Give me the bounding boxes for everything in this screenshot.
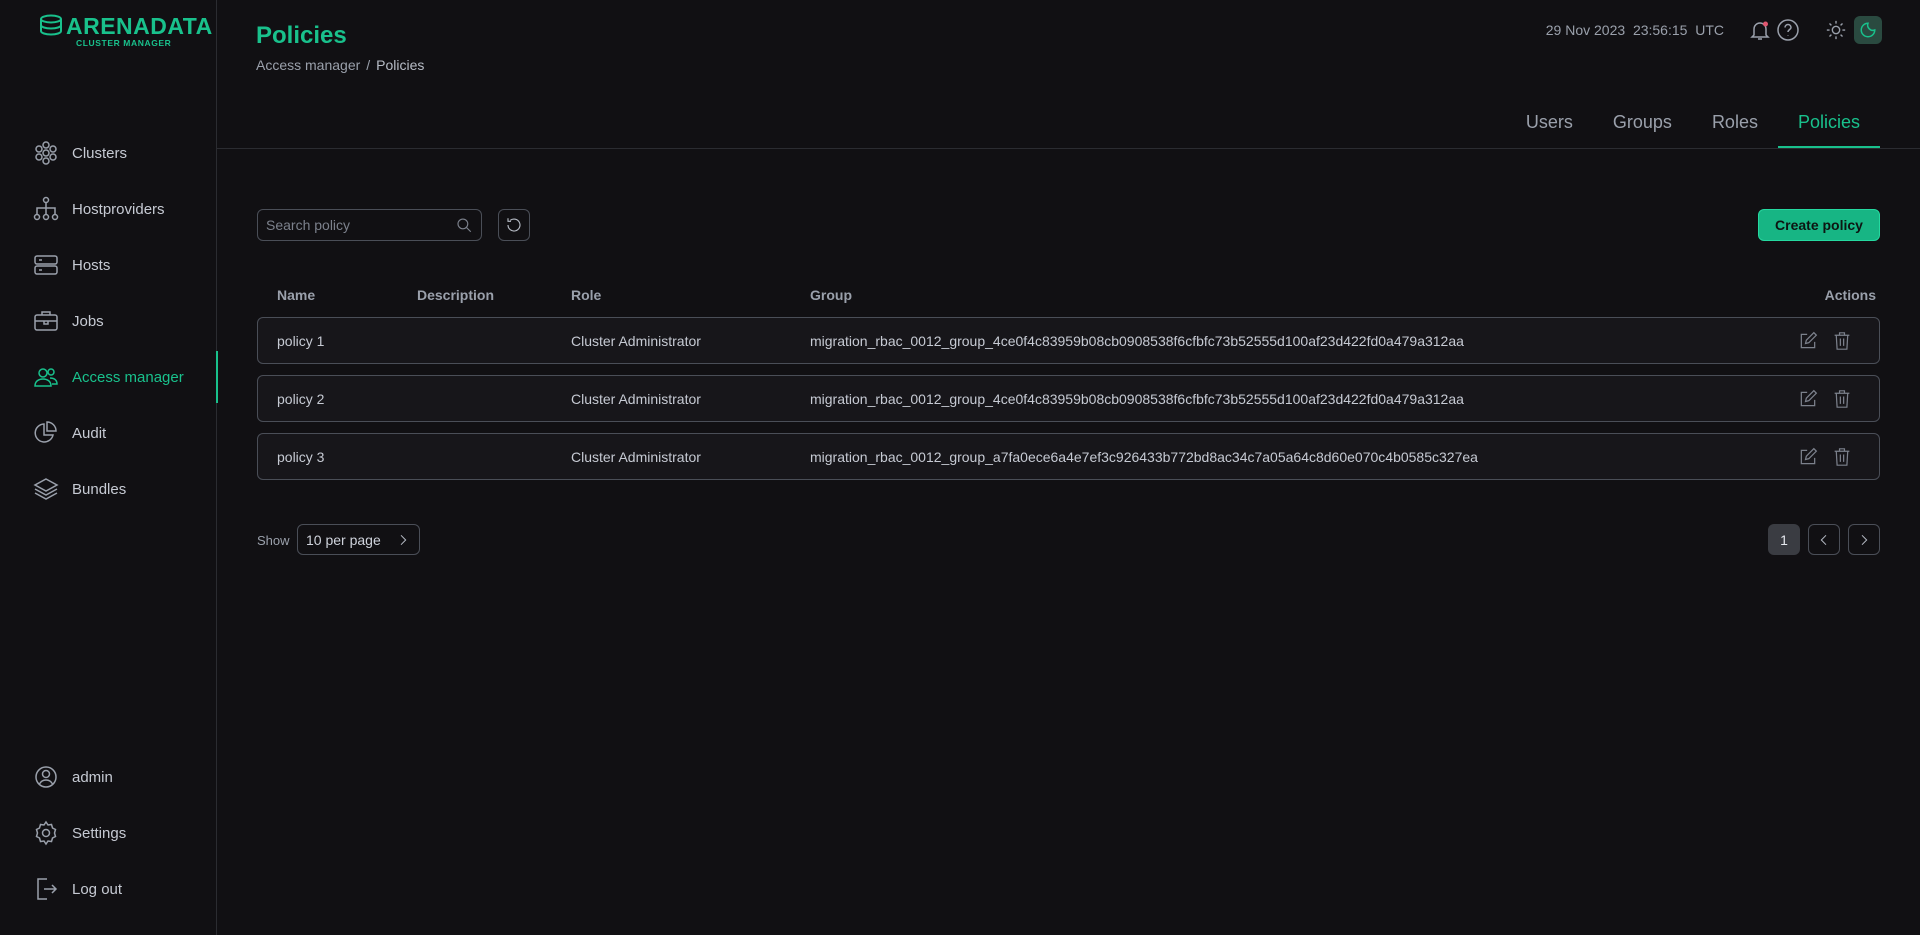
clusters-icon (32, 139, 60, 167)
sidebar-item-label: Jobs (72, 312, 104, 330)
row-actions (1797, 446, 1853, 468)
server-datetime: 29 Nov 2023 23:56:15 UTC (1545, 22, 1724, 38)
breadcrumb-link-access-manager[interactable]: Access manager (256, 57, 360, 73)
chevron-right-icon (1861, 534, 1868, 545)
sidebar-item-label: Hosts (72, 256, 111, 274)
sidebar-item-label: Audit (72, 424, 107, 442)
prev-page-button[interactable] (1808, 524, 1840, 555)
theme-toggle (1822, 16, 1882, 44)
user-icon (32, 763, 60, 791)
page-title: Policies (256, 22, 347, 49)
refresh-icon (507, 218, 521, 232)
column-header-role: Role (571, 287, 602, 303)
sidebar-item-settings[interactable]: Settings (0, 807, 217, 859)
sun-icon[interactable] (1822, 16, 1850, 44)
chevron-left-icon (1820, 534, 1827, 545)
search-input[interactable] (266, 217, 455, 233)
sidebar-item-label: admin (72, 768, 113, 786)
bundles-icon (32, 475, 60, 503)
trash-icon[interactable] (1831, 446, 1853, 468)
tab-users[interactable]: Users (1506, 100, 1593, 148)
brand-logo[interactable]: ARENADATA CLUSTER MANAGER (38, 14, 213, 48)
edit-icon[interactable] (1797, 330, 1819, 352)
moon-icon[interactable] (1854, 16, 1882, 44)
cell-role: Cluster Administrator (571, 333, 701, 349)
table-row: policy 3 Cluster Administrator migration… (257, 433, 1880, 480)
sidebar-item-logout[interactable]: Log out (0, 863, 217, 915)
bell-icon[interactable] (1746, 16, 1774, 44)
tab-groups[interactable]: Groups (1593, 100, 1692, 148)
per-page-select[interactable]: 10 per page (297, 524, 420, 555)
edit-icon[interactable] (1797, 388, 1819, 410)
column-header-description: Description (417, 287, 495, 303)
logout-icon (32, 875, 60, 903)
cell-group: migration_rbac_0012_group_a7fa0ece6a4e7e… (810, 449, 1478, 465)
pagination: 1 (1768, 524, 1880, 555)
page-button-current[interactable]: 1 (1768, 524, 1800, 555)
search-icon (457, 218, 472, 233)
sidebar-item-hostproviders[interactable]: Hostproviders (0, 183, 217, 235)
next-page-button[interactable] (1848, 524, 1880, 555)
trash-icon[interactable] (1831, 330, 1853, 352)
access-manager-icon (32, 363, 60, 391)
cell-role: Cluster Administrator (571, 391, 701, 407)
search-box (257, 209, 482, 241)
row-actions (1797, 388, 1853, 410)
sidebar-item-clusters[interactable]: Clusters (0, 127, 217, 179)
sidebar-item-admin[interactable]: admin (0, 751, 217, 803)
breadcrumb: Access manager / Policies (256, 57, 424, 73)
sidebar-item-label: Access manager (72, 368, 184, 386)
sidebar: ARENADATA CLUSTER MANAGER Clusters Hostp… (0, 0, 218, 935)
table-row: policy 1 Cluster Administrator migration… (257, 317, 1880, 364)
edit-icon[interactable] (1797, 446, 1819, 468)
hosts-icon (32, 251, 60, 279)
sidebar-item-label: Bundles (72, 480, 127, 498)
gear-icon (32, 819, 60, 847)
cell-group: migration_rbac_0012_group_4ce0f4c83959b0… (810, 333, 1464, 349)
breadcrumb-current: Policies (376, 57, 425, 73)
sidebar-item-label: Log out (72, 880, 123, 898)
tab-policies[interactable]: Policies (1777, 100, 1881, 148)
column-header-group: Group (810, 287, 852, 303)
top-bar: 29 Nov 2023 23:56:15 UTC (1546, 14, 1882, 46)
breadcrumb-separator: / (366, 57, 371, 73)
jobs-icon (32, 307, 60, 335)
cell-name: policy 1 (277, 333, 325, 349)
sidebar-item-access-manager[interactable]: Access manager (0, 351, 218, 403)
sidebar-item-bundles[interactable]: Bundles (0, 463, 217, 515)
sidebar-item-label: Hostproviders (72, 200, 165, 218)
chevron-right-icon (400, 534, 407, 545)
column-header-actions: Actions (1824, 287, 1876, 303)
help-icon[interactable] (1774, 16, 1802, 44)
per-page-value: 10 per page (306, 531, 381, 548)
sidebar-item-jobs[interactable]: Jobs (0, 295, 217, 347)
trash-icon[interactable] (1831, 388, 1853, 410)
sidebar-item-label: Clusters (72, 144, 128, 162)
sidebar-item-hosts[interactable]: Hosts (0, 239, 217, 291)
database-logo-icon (40, 14, 62, 36)
brand-name: ARENADATA (66, 13, 213, 39)
hostproviders-icon (32, 195, 60, 223)
create-policy-button[interactable]: Create policy (1758, 209, 1880, 241)
sidebar-item-audit[interactable]: Audit (0, 407, 217, 459)
tab-roles[interactable]: Roles (1692, 100, 1778, 148)
show-label: Show (257, 533, 290, 548)
table-row: policy 2 Cluster Administrator migration… (257, 375, 1880, 422)
reset-filters-button[interactable] (498, 209, 530, 241)
sidebar-item-label: Settings (72, 824, 127, 842)
column-header-name[interactable]: Name (277, 287, 315, 303)
cell-name: policy 2 (277, 391, 325, 407)
table-header: Name Description Role Group Actions (257, 284, 1880, 306)
audit-icon (32, 419, 60, 447)
access-manager-tabs: Users Groups Roles Policies (1506, 100, 1881, 148)
tabs-divider (217, 148, 1920, 149)
cell-group: migration_rbac_0012_group_4ce0f4c83959b0… (810, 391, 1464, 407)
row-actions (1797, 330, 1853, 352)
cell-role: Cluster Administrator (571, 449, 701, 465)
brand-subtitle: CLUSTER MANAGER (76, 38, 172, 48)
cell-name: policy 3 (277, 449, 325, 465)
